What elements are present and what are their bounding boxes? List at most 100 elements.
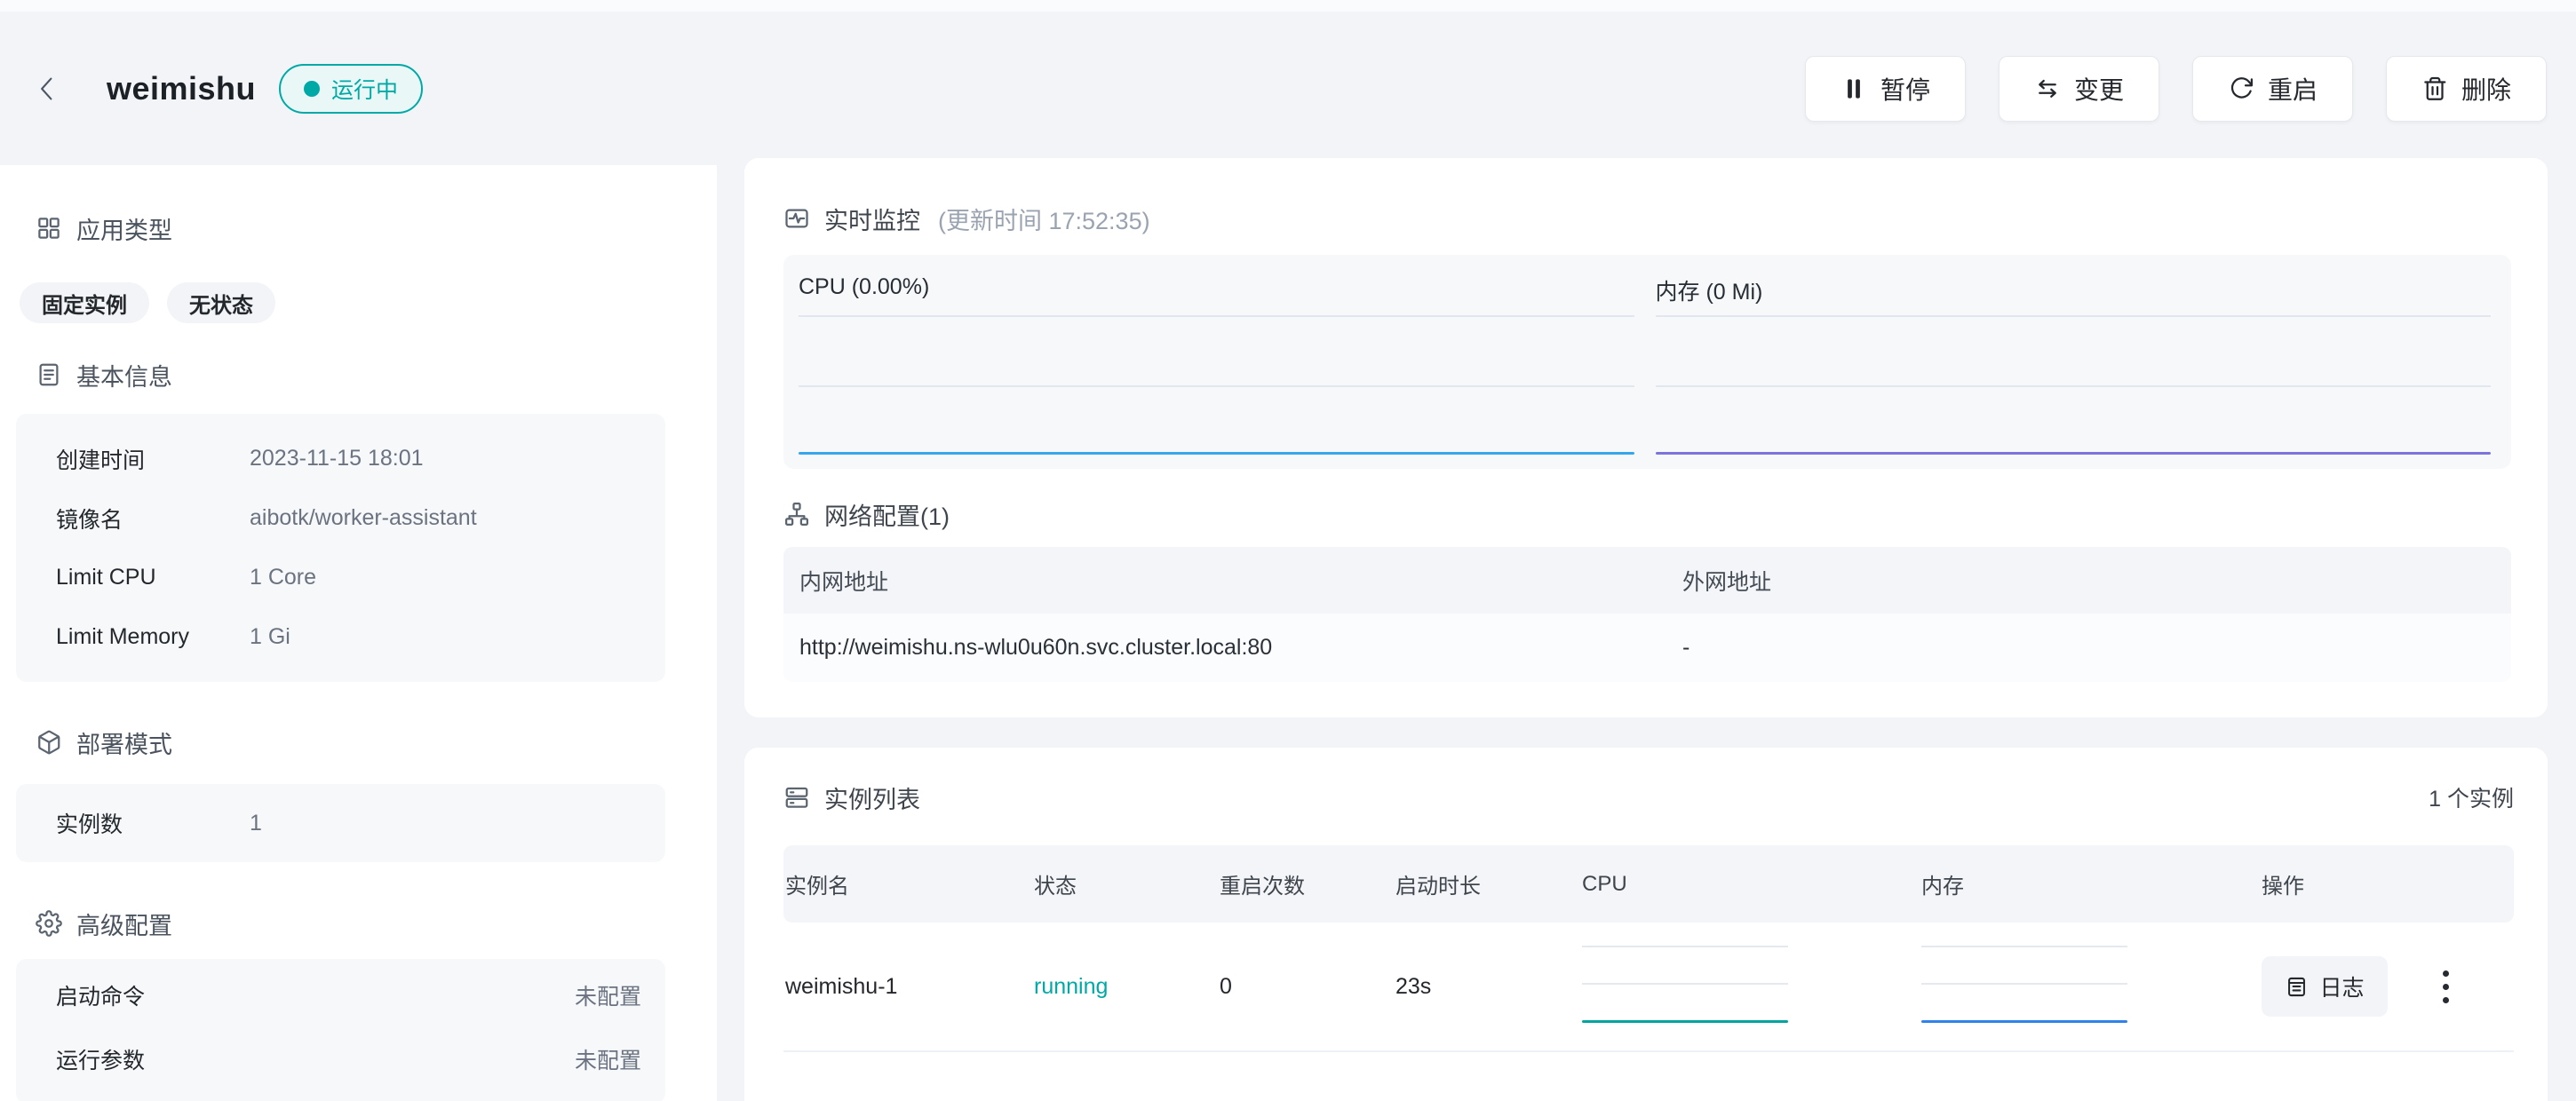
section-title: 基本信息 <box>76 358 172 392</box>
page-title: weimishu <box>107 70 256 107</box>
change-button[interactable]: 变更 <box>1999 56 2159 122</box>
pause-label: 暂停 <box>1880 71 1930 107</box>
section-title: 应用类型 <box>76 211 172 246</box>
section-instance-list: 实例列表 1 个实例 <box>783 781 2514 813</box>
info-value: aibotk/worker-assistant <box>250 505 477 531</box>
instance-list-card: 实例列表 1 个实例 实例名 状态 重启次数 启动时长 CPU 内存 操作 we… <box>744 748 2548 1101</box>
col-memory: 内存 <box>1920 868 2260 899</box>
trash-icon <box>2421 75 2448 102</box>
page-header: weimishu 运行中 暂停 变更 重启 删除 <box>0 12 2576 165</box>
network-table-row: http://weimishu.ns-wlu0u60n.svc.cluster.… <box>783 614 2511 682</box>
status-dot-icon <box>304 81 320 97</box>
cpu-chart: CPU (0.00%) <box>799 255 1634 469</box>
section-basic-info: 基本信息 <box>36 360 717 390</box>
pause-icon <box>1841 75 1867 102</box>
section-title: 实时监控 <box>824 202 920 236</box>
logs-label: 日志 <box>2319 970 2364 1002</box>
info-row: 实例数 1 <box>16 807 262 839</box>
gridline <box>1921 946 2127 947</box>
restart-button[interactable]: 重启 <box>2192 56 2353 122</box>
document-icon <box>36 361 62 388</box>
section-advanced-config: 高级配置 <box>36 908 717 939</box>
info-label: 运行参数 <box>56 1043 250 1075</box>
pause-button[interactable]: 暂停 <box>1805 56 1966 122</box>
kebab-dot <box>2443 984 2449 990</box>
memory-chart-label: 内存 (0 Mi) <box>1656 274 1763 306</box>
list-icon <box>783 784 810 811</box>
delete-label: 删除 <box>2461 71 2511 107</box>
info-label: 启动命令 <box>56 979 250 1011</box>
gridline <box>799 385 1634 387</box>
section-network-config: 网络配置(1) <box>783 498 2511 530</box>
info-row: Limit Memory 1 Gi <box>16 607 665 667</box>
col-internal-address: 内网地址 <box>783 565 1666 597</box>
section-deploy-mode: 部署模式 <box>36 727 717 757</box>
advanced-config-card: 启动命令 未配置 运行参数 未配置 <box>16 959 665 1101</box>
status-badge: 运行中 <box>279 64 423 114</box>
info-value: 未配置 <box>575 979 641 1011</box>
grid-icon <box>36 215 62 242</box>
info-value: 未配置 <box>575 1043 641 1075</box>
info-label: 镜像名 <box>56 503 250 535</box>
gridline <box>1656 385 2492 387</box>
restart-icon <box>2228 75 2254 102</box>
restart-label: 重启 <box>2268 71 2318 107</box>
instance-table-row: weimishu-1 running 0 23s <box>783 923 2514 1050</box>
info-row: Limit CPU 1 Core <box>16 548 665 607</box>
chevron-left-icon <box>34 68 62 109</box>
instance-memory-line <box>1921 1020 2127 1023</box>
section-title: 网络配置(1) <box>824 497 950 532</box>
row-more-menu-button[interactable] <box>2437 965 2454 1009</box>
status-label: 运行中 <box>331 73 398 105</box>
monitor-charts: CPU (0.00%) 内存 (0 Mi) <box>783 255 2511 469</box>
swap-arrows-icon <box>2034 75 2061 102</box>
col-cpu: CPU <box>1580 872 1920 897</box>
memory-chart-line <box>1656 452 2492 455</box>
back-button[interactable] <box>23 64 73 114</box>
info-row: 创建时间 2023-11-15 18:01 <box>16 429 665 488</box>
instance-cpu-sparkline <box>1582 944 1788 1029</box>
app-detail-page: weimishu 运行中 暂停 变更 重启 删除 <box>0 0 2576 1101</box>
col-external-address: 外网地址 <box>1666 565 2511 597</box>
info-row: 启动命令 未配置 <box>16 963 665 1027</box>
section-title: 部署模式 <box>76 725 172 760</box>
col-actions: 操作 <box>2260 868 2514 899</box>
monitor-updated-at: (更新时间 17:52:35) <box>938 202 1150 236</box>
gridline <box>799 315 1634 317</box>
monitor-pulse-icon <box>783 205 810 232</box>
info-row: 运行参数 未配置 <box>16 1027 665 1091</box>
instance-count: 1 个实例 <box>2429 781 2514 813</box>
info-label: Limit CPU <box>56 565 250 590</box>
logs-button[interactable]: 日志 <box>2262 956 2388 1017</box>
instance-status: running <box>1032 974 1218 1000</box>
info-label: Limit Memory <box>56 624 250 650</box>
memory-chart: 内存 (0 Mi) <box>1656 255 2492 469</box>
network-table: 内网地址 外网地址 http://weimishu.ns-wlu0u60n.sv… <box>783 547 2511 682</box>
instance-name: weimishu-1 <box>783 974 1032 1000</box>
gear-icon <box>36 910 62 937</box>
info-value: 2023-11-15 18:01 <box>250 446 424 471</box>
log-file-icon <box>2285 975 2309 999</box>
app-info-sidebar: 应用类型 固定实例 无状态 基本信息 创建时间 2023-11-15 18:01… <box>0 165 717 1101</box>
col-restarts: 重启次数 <box>1218 868 1394 899</box>
change-label: 变更 <box>2074 71 2124 107</box>
instance-uptime: 23s <box>1394 974 1580 1000</box>
col-instance-name: 实例名 <box>783 868 1032 899</box>
info-label: 实例数 <box>56 807 250 839</box>
kebab-dot <box>2443 970 2449 977</box>
internal-address-value: http://weimishu.ns-wlu0u60n.svc.cluster.… <box>783 635 1666 661</box>
network-icon <box>783 501 810 527</box>
info-row: 镜像名 aibotk/worker-assistant <box>16 488 665 548</box>
row-divider <box>783 1050 2514 1052</box>
gridline <box>1582 946 1788 947</box>
info-value: 1 <box>250 811 262 836</box>
external-address-value: - <box>1666 635 2511 661</box>
main-content: 实时监控 (更新时间 17:52:35) CPU (0.00%) 内存 (0 M… <box>744 158 2548 1101</box>
instance-table: 实例名 状态 重启次数 启动时长 CPU 内存 操作 weimishu-1 ru… <box>783 845 2514 1052</box>
tag-fixed-instance: 固定实例 <box>20 282 149 323</box>
instance-cpu-line <box>1582 1020 1788 1023</box>
info-value: 1 Gi <box>250 624 290 650</box>
section-app-type: 应用类型 <box>36 213 717 243</box>
tag-stateless: 无状态 <box>167 282 275 323</box>
delete-button[interactable]: 删除 <box>2386 56 2547 122</box>
